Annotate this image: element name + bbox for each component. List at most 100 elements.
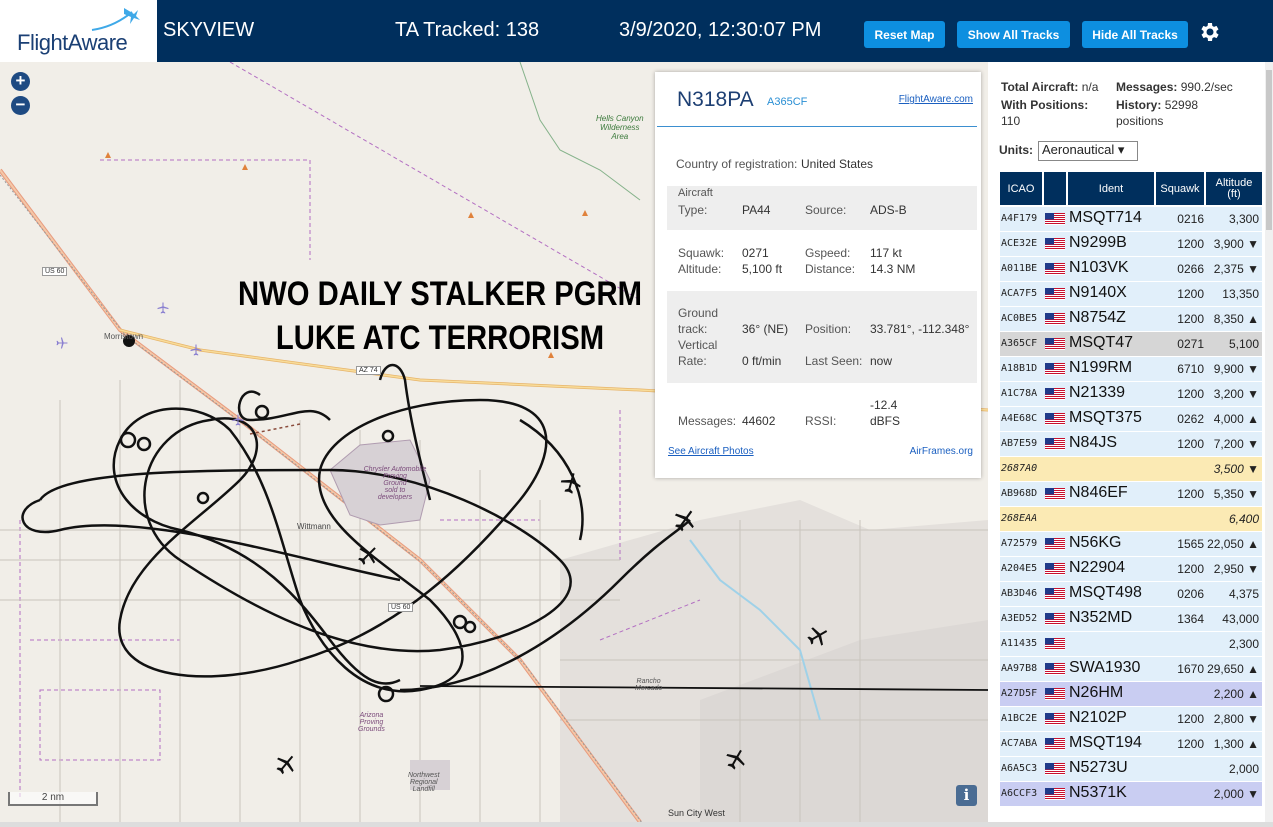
row-icao: A27D5F (1001, 688, 1038, 699)
table-row[interactable]: A4F179 MSQT714 0216 3,300 (1000, 207, 1262, 232)
row-icao: A3ED52 (1001, 613, 1038, 624)
reset-map-button[interactable]: Reset Map (864, 21, 945, 48)
table-row[interactable]: A11435 2,300 (1000, 632, 1262, 657)
app-header: FlightAware SKYVIEW TA Tracked: 138 3/9/… (0, 0, 1273, 62)
row-altitude: 3,900 ▼ (1213, 237, 1259, 251)
aircraft-photos-link[interactable]: See Aircraft Photos (668, 446, 754, 457)
row-altitude: 2,375 ▼ (1213, 262, 1259, 276)
aircraft-icon[interactable] (275, 753, 297, 775)
row-icao: A6A5C3 (1001, 763, 1038, 774)
aircraft-icon[interactable] (560, 472, 582, 494)
table-row[interactable]: A6A5C3 N5273U 2,000 (1000, 757, 1262, 782)
us-flag-icon (1045, 788, 1065, 800)
row-altitude: 2,000 ▼ (1213, 787, 1259, 801)
row-icao: ACE32E (1001, 238, 1038, 249)
table-row[interactable]: AB7E59 N84JS 1200 7,200 ▼ (1000, 432, 1262, 457)
zoom-in-button[interactable]: + (11, 72, 30, 91)
row-altitude: 1,300 ▲ (1213, 737, 1259, 751)
flightaware-logo[interactable]: FlightAware (0, 0, 157, 62)
col-header-ident[interactable]: Ident (1068, 172, 1154, 205)
hide-all-tracks-button[interactable]: Hide All Tracks (1082, 21, 1188, 48)
us-flag-icon (1045, 363, 1065, 375)
col-header-icao[interactable]: ICAO (1000, 172, 1042, 205)
col-header-flag[interactable] (1044, 172, 1066, 205)
table-row[interactable]: 2687A0 3,500 ▼ (1000, 457, 1262, 482)
table-row[interactable]: A18B1D N199RM 6710 9,900 ▼ (1000, 357, 1262, 382)
row-icao: A365CF (1001, 338, 1038, 349)
row-altitude: 43,000 (1222, 612, 1259, 626)
selected-aircraft-icon[interactable] (673, 508, 697, 532)
popup-callsign: N318PA (677, 88, 754, 111)
row-icao: AC7ABA (1001, 738, 1038, 749)
aircraft-icon[interactable] (807, 625, 829, 647)
label-us60-b: US 60 (388, 603, 414, 612)
aircraft-icon[interactable] (232, 414, 244, 426)
col-header-altitude[interactable]: Altitude (ft) (1206, 172, 1262, 205)
popup-row-squawk: Squawk: 0271 Gspeed: 117 kt Altitude: 5,… (678, 246, 916, 276)
table-row[interactable]: A6CCF3 N5371K 2,000 ▼ (1000, 782, 1262, 807)
rssi-value: -12.4 (870, 398, 898, 412)
row-altitude: 5,100 (1228, 337, 1259, 351)
table-row[interactable]: A204E5 N22904 1200 2,950 ▼ (1000, 557, 1262, 582)
gear-icon[interactable] (1198, 20, 1222, 44)
row-icao: A4E68C (1001, 413, 1038, 424)
table-row[interactable]: A3ED52 N352MD 1364 43,000 (1000, 607, 1262, 632)
sidebar-scrollbar-thumb[interactable] (1266, 70, 1272, 230)
row-altitude: 4,375 (1228, 587, 1259, 601)
table-row[interactable]: 268EAA 6,400 (1000, 507, 1262, 532)
table-row[interactable]: A1BC2E N2102P 1200 2,800 ▼ (1000, 707, 1262, 732)
history-count: History: 52998 (1116, 98, 1199, 112)
table-row[interactable]: A1C78A N21339 1200 3,200 ▼ (1000, 382, 1262, 407)
us-flag-icon (1045, 663, 1065, 675)
label-wittmann: Wittmann (297, 522, 331, 531)
aircraft-icon[interactable] (56, 337, 68, 349)
row-icao: A1BC2E (1001, 713, 1038, 724)
show-all-tracks-button[interactable]: Show All Tracks (957, 21, 1070, 48)
aircraft-icon[interactable] (157, 302, 169, 314)
table-row[interactable]: AB968D N846EF 1200 5,350 ▼ (1000, 482, 1262, 507)
row-squawk: 1670 (1177, 662, 1204, 676)
airframes-link[interactable]: AirFrames.org (910, 446, 973, 457)
row-ident: N2102P (1069, 709, 1127, 726)
info-icon[interactable]: i (956, 785, 977, 806)
row-ident: SWA1930 (1069, 659, 1141, 676)
us-flag-icon (1045, 313, 1065, 325)
row-altitude: 3,300 (1228, 212, 1259, 226)
table-row[interactable]: A27D5F N26HM 2,200 ▲ (1000, 682, 1262, 707)
rssi-unit: dBFS (870, 414, 901, 428)
flightaware-link[interactable]: FlightAware.com (899, 94, 973, 105)
track-value: 36° (NE) (742, 322, 789, 336)
scale-bar: 2 nm (8, 792, 98, 806)
row-ident: N26HM (1069, 684, 1124, 701)
row-squawk: 1200 (1177, 712, 1204, 726)
col-header-squawk[interactable]: Squawk (1156, 172, 1204, 205)
aircraft-icon[interactable] (725, 748, 747, 770)
row-icao: AC0BE5 (1001, 313, 1038, 324)
row-icao: 2687A0 (1001, 463, 1038, 474)
with-positions-value: 110 (1001, 114, 1021, 128)
lastseen-value: now (870, 354, 893, 368)
table-row[interactable]: A4E68C MSQT375 0262 4,000 ▲ (1000, 407, 1262, 432)
table-row[interactable]: A011BE N103VK 0266 2,375 ▼ (1000, 257, 1262, 282)
table-row[interactable]: AA97B8 SWA1930 1670 29,650 ▲ (1000, 657, 1262, 682)
row-altitude: 2,950 ▼ (1213, 562, 1259, 576)
table-row[interactable]: ACE32E N9299B 1200 3,900 ▼ (1000, 232, 1262, 257)
us-flag-icon (1045, 613, 1065, 625)
table-row[interactable]: ACA7F5 N9140X 1200 13,350 (1000, 282, 1262, 307)
us-flag-icon (1045, 713, 1065, 725)
gspeed-value: 117 kt (870, 246, 902, 260)
table-row[interactable]: A365CF MSQT47 0271 5,100 (1000, 332, 1262, 357)
table-row[interactable]: AC0BE5 N8754Z 1200 8,350 ▲ (1000, 307, 1262, 332)
row-ident: N199RM (1069, 359, 1133, 376)
zoom-out-button[interactable]: − (11, 96, 30, 115)
table-row[interactable]: AB3D46 MSQT498 0206 4,375 (1000, 582, 1262, 607)
aircraft-icon[interactable] (357, 544, 379, 566)
popup-divider (657, 126, 977, 127)
row-ident: N5273U (1069, 759, 1128, 776)
us-flag-icon (1045, 263, 1065, 275)
us-flag-icon (1045, 338, 1065, 350)
table-row[interactable]: A72579 N56KG 1565 22,050 ▲ (1000, 532, 1262, 557)
units-select[interactable]: Aeronautical ▾ (1038, 141, 1138, 161)
label-northwest-landfill: Northwest Regional Landfill (408, 772, 440, 793)
table-row[interactable]: AC7ABA MSQT194 1200 1,300 ▲ (1000, 732, 1262, 757)
